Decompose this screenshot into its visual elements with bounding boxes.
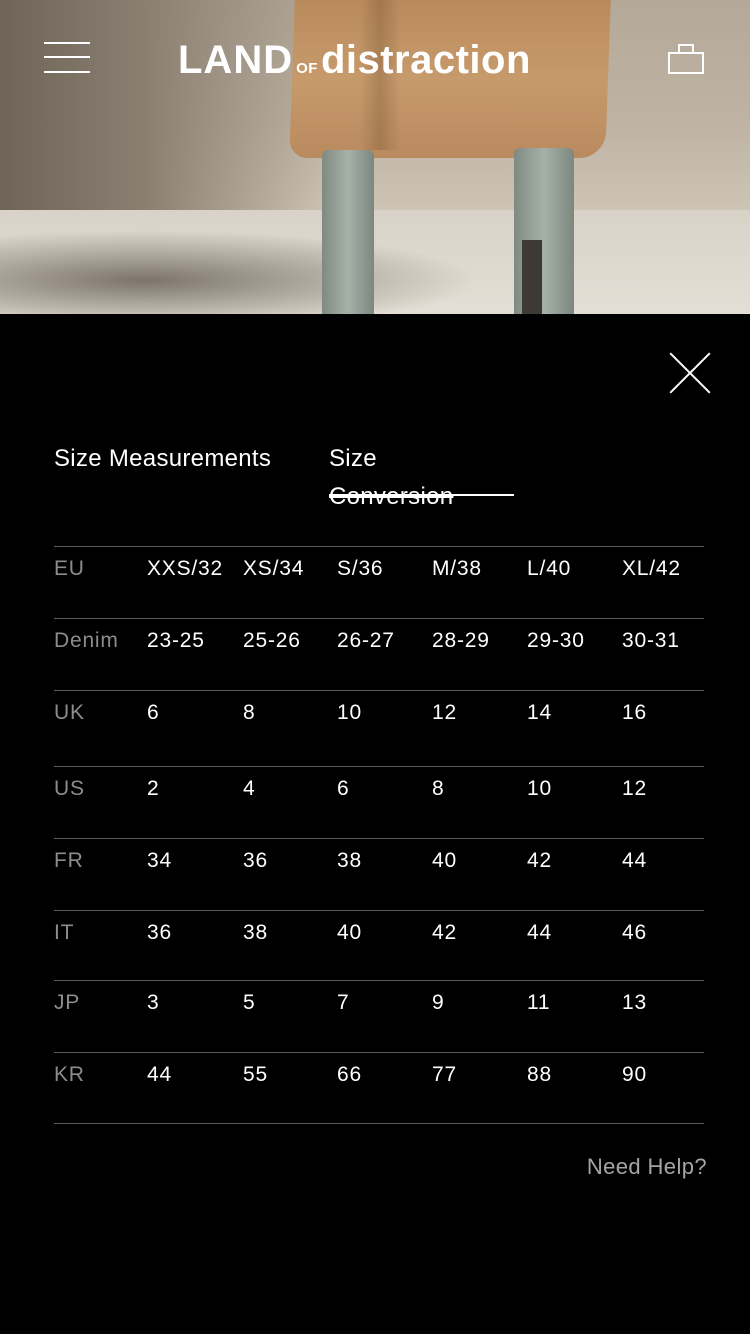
table-cell: 34 bbox=[147, 849, 172, 872]
table-cell: 38 bbox=[337, 849, 362, 872]
table-cell: 13 bbox=[622, 991, 647, 1014]
table-row: IT 36 38 40 42 44 46 bbox=[54, 910, 704, 980]
table-cell: L/40 bbox=[527, 557, 572, 580]
table-cell: 46 bbox=[622, 921, 647, 944]
table-cell: XXS/32 bbox=[147, 557, 224, 580]
table-cell: 9 bbox=[432, 991, 445, 1014]
table-cell: 38 bbox=[243, 921, 268, 944]
tab-size-conversion[interactable]: Size Conversion bbox=[329, 440, 519, 516]
close-icon[interactable] bbox=[670, 352, 712, 394]
table-cell: XL/42 bbox=[622, 557, 681, 580]
table-cell: 28-29 bbox=[432, 629, 490, 652]
table-cell: 12 bbox=[622, 777, 647, 800]
row-label: KR bbox=[54, 1063, 85, 1086]
row-label: JP bbox=[54, 991, 81, 1014]
table-row: Denim 23-25 25-26 26-27 28-29 29-30 30-3… bbox=[54, 618, 704, 690]
table-cell: 2 bbox=[147, 777, 160, 800]
logo-land: LAND bbox=[178, 38, 294, 82]
table-cell: 10 bbox=[527, 777, 552, 800]
table-cell: 90 bbox=[622, 1063, 647, 1086]
active-tab-indicator bbox=[329, 494, 514, 496]
table-cell: 16 bbox=[622, 701, 647, 724]
table-cell: XS/34 bbox=[243, 557, 305, 580]
table-row: FR 34 36 38 40 42 44 bbox=[54, 838, 704, 910]
table-cell: 30-31 bbox=[622, 629, 680, 652]
table-cell: 55 bbox=[243, 1063, 268, 1086]
table-cell: S/36 bbox=[337, 557, 384, 580]
table-cell: 44 bbox=[527, 921, 552, 944]
table-cell: 88 bbox=[527, 1063, 552, 1086]
table-cell: 26-27 bbox=[337, 629, 395, 652]
table-cell: 4 bbox=[243, 777, 256, 800]
table-cell: 29-30 bbox=[527, 629, 585, 652]
table-cell: 5 bbox=[243, 991, 256, 1014]
logo-distraction: distraction bbox=[320, 38, 531, 82]
shopping-bag-icon[interactable] bbox=[668, 42, 704, 74]
table-cell: 44 bbox=[622, 849, 647, 872]
boot-heel bbox=[522, 240, 542, 314]
table-cell: 8 bbox=[243, 701, 256, 724]
site-header: LAND OF distraction bbox=[0, 0, 750, 120]
logo-of: OF bbox=[296, 60, 318, 77]
hamburger-menu-icon[interactable] bbox=[44, 42, 90, 74]
table-cell: 40 bbox=[337, 921, 362, 944]
table-cell: 36 bbox=[243, 849, 268, 872]
size-guide-modal: Size Measurements Size Conversion EU XXS… bbox=[0, 314, 750, 1334]
table-cell: 8 bbox=[432, 777, 445, 800]
table-cell: 36 bbox=[147, 921, 172, 944]
table-row: EU XXS/32 XS/34 S/36 M/38 L/40 XL/42 bbox=[54, 546, 704, 618]
table-cell: 14 bbox=[527, 701, 552, 724]
table-row: US 2 4 6 8 10 12 bbox=[54, 766, 704, 838]
table-cell: 42 bbox=[527, 849, 552, 872]
table-cell: 3 bbox=[147, 991, 160, 1014]
need-help-link[interactable]: Need Help? bbox=[587, 1154, 707, 1180]
size-conversion-table: EU XXS/32 XS/34 S/36 M/38 L/40 XL/42 Den… bbox=[54, 546, 704, 1124]
table-cell: 6 bbox=[337, 777, 350, 800]
tab-conversion-line2: Conversion bbox=[329, 483, 454, 510]
row-label: US bbox=[54, 777, 85, 800]
table-cell: 7 bbox=[337, 991, 350, 1014]
table-cell: 77 bbox=[432, 1063, 457, 1086]
row-label: Denim bbox=[54, 629, 119, 652]
table-cell: 23-25 bbox=[147, 629, 205, 652]
table-cell: 44 bbox=[147, 1063, 172, 1086]
table-row: JP 3 5 7 9 11 13 bbox=[54, 980, 704, 1052]
table-cell: 42 bbox=[432, 921, 457, 944]
table-cell: 40 bbox=[432, 849, 457, 872]
table-cell: 25-26 bbox=[243, 629, 301, 652]
row-label: EU bbox=[54, 557, 85, 580]
table-cell: 6 bbox=[147, 701, 160, 724]
table-cell: 66 bbox=[337, 1063, 362, 1086]
left-boot bbox=[322, 150, 374, 314]
tab-conversion-line1: Size bbox=[329, 445, 377, 472]
table-cell: 11 bbox=[527, 991, 551, 1014]
table-cell: 12 bbox=[432, 701, 457, 724]
row-label: UK bbox=[54, 701, 85, 724]
table-row: KR 44 55 66 77 88 90 bbox=[54, 1052, 704, 1124]
size-guide-tabs: Size Measurements Size Conversion bbox=[54, 440, 704, 520]
table-row: UK 6 8 10 12 14 16 bbox=[54, 690, 704, 766]
floor-shadow bbox=[0, 230, 480, 314]
brand-logo[interactable]: LAND OF distraction bbox=[178, 38, 531, 82]
row-label: IT bbox=[54, 921, 75, 944]
row-label: FR bbox=[54, 849, 84, 872]
table-cell: M/38 bbox=[432, 557, 482, 580]
tab-size-measurements[interactable]: Size Measurements bbox=[54, 440, 271, 478]
table-cell: 10 bbox=[337, 701, 362, 724]
